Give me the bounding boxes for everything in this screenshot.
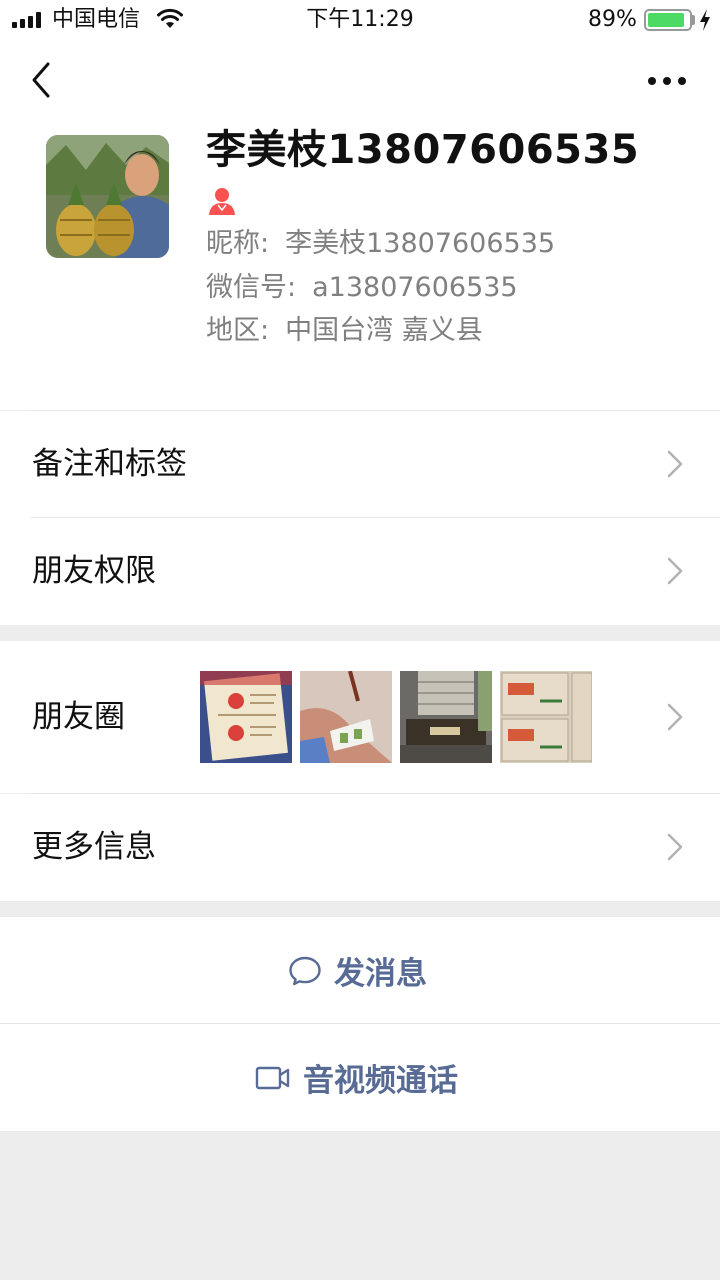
contact-name: 李美枝13807606535 xyxy=(206,127,640,173)
region-label: 地区: xyxy=(206,315,270,346)
send-message-label: 发消息 xyxy=(334,956,427,992)
remark-tags-label: 备注和标签 xyxy=(32,446,187,482)
wechat-id-line: 微信号: a13807606535 xyxy=(206,270,518,306)
status-bar: 中国电信 下午11:29 89% xyxy=(0,0,720,40)
wechat-id-value: a13807606535 xyxy=(312,272,518,303)
avatar[interactable] xyxy=(46,135,169,258)
moments-thumbnail xyxy=(500,671,592,763)
nav-header xyxy=(0,40,720,120)
back-button[interactable] xyxy=(22,58,62,102)
nickname-line: 昵称: 李美枝13807606535 xyxy=(206,226,555,262)
av-call-button[interactable]: 音视频通话 xyxy=(0,1024,720,1131)
moments-thumbnail xyxy=(400,671,492,763)
moments-row[interactable]: 朋友圈 xyxy=(0,641,720,793)
profile-card: 李美枝13807606535 昵称: 李美枝13807606535 微信号: a13… xyxy=(0,120,720,410)
nickname-label: 昵称: xyxy=(206,228,270,259)
chevron-right-icon xyxy=(667,557,683,585)
chevron-right-icon xyxy=(667,703,683,731)
more-button[interactable] xyxy=(640,66,696,96)
battery-level xyxy=(648,13,684,27)
friend-permissions-label: 朋友权限 xyxy=(32,553,156,589)
chevron-right-icon xyxy=(667,833,683,861)
female-icon xyxy=(209,188,235,215)
battery-percent: 89% xyxy=(588,7,637,32)
wechat-id-label: 微信号: xyxy=(206,272,297,303)
av-call-label: 音视频通话 xyxy=(303,1063,458,1099)
video-camera-icon xyxy=(255,1066,290,1089)
moments-thumbnails xyxy=(200,671,600,763)
more-info-row[interactable]: 更多信息 xyxy=(0,794,720,901)
remark-tags-row[interactable]: 备注和标签 xyxy=(0,411,720,518)
chevron-right-icon xyxy=(667,450,683,478)
more-info-label: 更多信息 xyxy=(32,829,156,865)
battery-icon xyxy=(644,9,692,31)
send-message-content: 发消息 xyxy=(288,917,427,1024)
av-call-content: 音视频通话 xyxy=(255,1024,458,1131)
moments-thumbnail xyxy=(300,671,392,763)
region-value: 中国台湾 嘉义县 xyxy=(285,315,483,346)
moments-thumbnail xyxy=(200,671,292,763)
charging-bolt-icon xyxy=(700,9,710,31)
nickname-value: 李美枝13807606535 xyxy=(285,228,556,259)
battery-tip xyxy=(692,15,695,25)
region-line: 地区: 中国台湾 嘉义县 xyxy=(206,313,483,349)
moments-label: 朋友圈 xyxy=(32,699,125,735)
friend-permissions-row[interactable]: 朋友权限 xyxy=(0,518,720,625)
send-message-button[interactable]: 发消息 xyxy=(0,917,720,1024)
chat-bubble-icon xyxy=(289,956,321,985)
